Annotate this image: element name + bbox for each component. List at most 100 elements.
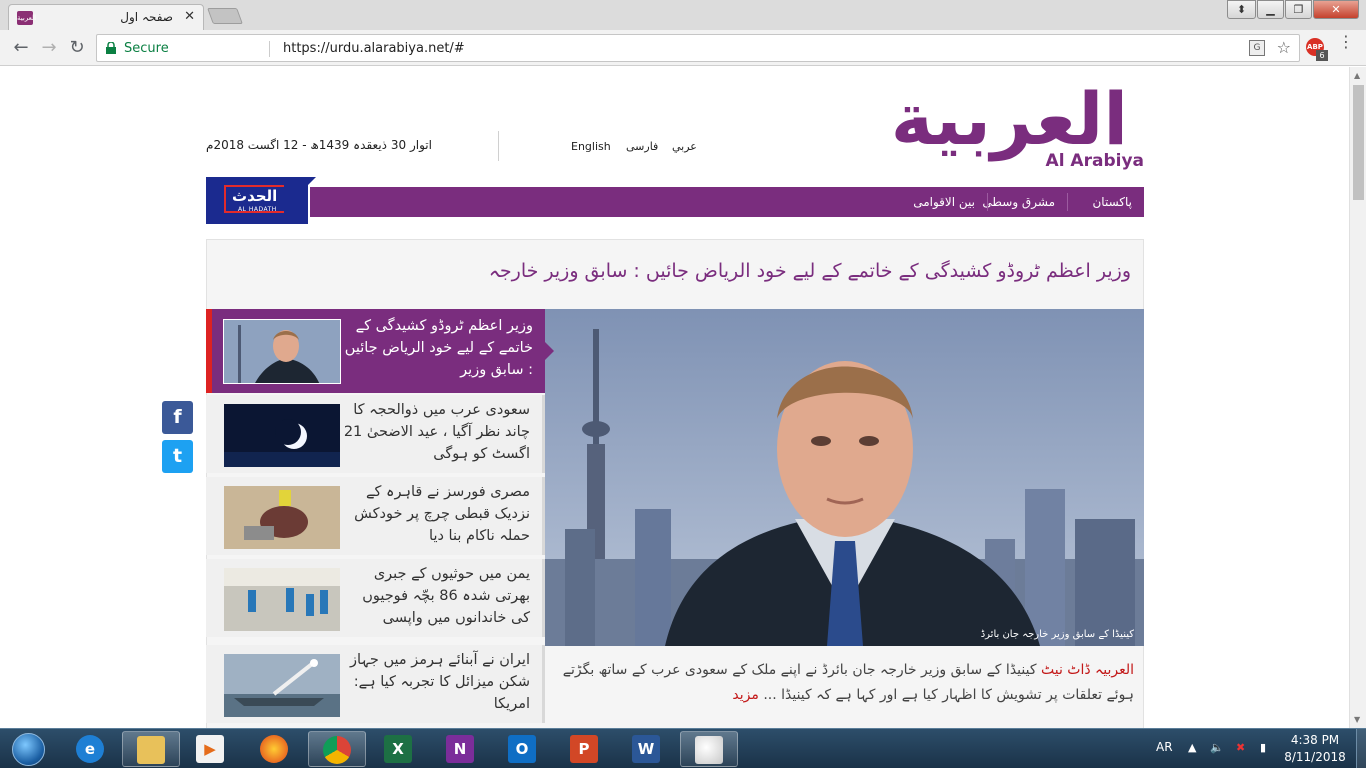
alhadath-corner xyxy=(306,177,316,187)
taskbar-word[interactable]: W xyxy=(618,731,676,767)
system-clock[interactable]: 4:38 PM 8/11/2018 xyxy=(1282,732,1348,766)
al-arabiya-logo[interactable]: العربية Al Arabiya xyxy=(891,77,1146,177)
taskbar-onenote[interactable]: N xyxy=(432,731,490,767)
featured-summary: العربیہ ڈاٹ نیٹ کینیڈا کے سابق وزیر خارج… xyxy=(545,652,1144,714)
browser-tab[interactable]: العربية صفحہ اول ✕ xyxy=(8,4,204,30)
hero-photo xyxy=(545,309,1144,646)
active-indicator xyxy=(206,309,212,393)
nav-item-international[interactable]: بین الاقوامی xyxy=(901,187,987,217)
tab-strip: العربية صفحہ اول ✕ ⬍ ▁ ❐ ✕ xyxy=(0,0,1366,30)
story-title: ایران نے آبنائے ہرمز میں جہاز شکن میزائل… xyxy=(349,652,530,712)
windows-orb-icon xyxy=(12,733,45,766)
excel-icon: X xyxy=(384,735,412,763)
clock-time: 4:38 PM xyxy=(1290,733,1340,747)
alhadath-arabic: الحدث xyxy=(232,187,278,205)
onenote-icon: N xyxy=(446,735,474,763)
clock-date: 8/11/2018 xyxy=(1284,750,1346,764)
address-bar[interactable]: Secure https://urdu.alarabiya.net/# G ☆ xyxy=(96,34,1300,62)
taskbar-excel[interactable]: X xyxy=(370,731,428,767)
volume-icon[interactable]: 🔈 xyxy=(1210,741,1224,754)
taskbar-chrome[interactable] xyxy=(308,731,366,767)
forward-arrow-icon[interactable]: → xyxy=(38,37,60,59)
story-item[interactable]: سعودی عرب میں ذوالحجہ کا چاند نظر آگیا ،… xyxy=(206,395,545,473)
taskbar-ie[interactable]: e xyxy=(62,731,120,767)
lang-link-arabic[interactable]: عربي xyxy=(672,140,697,153)
url-text[interactable]: https://urdu.alarabiya.net/# xyxy=(283,41,465,56)
alhadath-logo[interactable]: الحدث AL HADATH xyxy=(206,177,316,224)
taskbar-powerpoint[interactable]: P xyxy=(556,731,614,767)
lang-link-farsi[interactable]: فارسی xyxy=(626,140,658,153)
active-pointer xyxy=(545,342,554,360)
maximize-button[interactable]: ❐ xyxy=(1285,0,1312,19)
nav-divider xyxy=(987,193,988,211)
lock-icon xyxy=(106,42,116,54)
paint-icon xyxy=(695,736,723,764)
hero-image[interactable]: کینیڈا کے سابق وزیر خارجہ جان بائرڈ xyxy=(545,309,1144,646)
translate-icon[interactable]: G xyxy=(1249,40,1265,56)
close-window-button[interactable]: ✕ xyxy=(1313,0,1359,19)
scroll-up-icon[interactable]: ▲ xyxy=(1354,71,1360,80)
story-item[interactable]: مصری فورسز نے قاہرہ کے نزدیک قبطی چرچ پر… xyxy=(206,477,545,555)
story-thumbnail xyxy=(224,404,340,467)
story-thumbnail xyxy=(224,654,340,717)
back-arrow-icon[interactable]: ← xyxy=(10,37,32,59)
story-title: مصری فورسز نے قاہرہ کے نزدیک قبطی چرچ پر… xyxy=(354,484,530,544)
scrollbar-thumb[interactable] xyxy=(1353,85,1364,200)
outlook-icon: O xyxy=(508,735,536,763)
story-thumbnail xyxy=(223,319,341,384)
logo-arabic-text: العربية xyxy=(890,77,1130,161)
scroll-down-icon[interactable]: ▼ xyxy=(1354,715,1360,724)
windows-taskbar: e ▶ X N O P W AR ▲ 🔈 ✖ ▮ 4:38 PM 8/11/20… xyxy=(0,728,1366,768)
signal-icon[interactable]: ▮ xyxy=(1260,741,1266,754)
logo-english-text: Al Arabiya xyxy=(1045,151,1144,171)
featured-headline[interactable]: وزیر اعظم ٹروڈو کشیدگی کے خاتمے کے لیے خ… xyxy=(489,260,1131,282)
taskbar-paint[interactable] xyxy=(680,731,738,767)
folder-icon xyxy=(137,736,165,764)
ie-icon: e xyxy=(76,735,104,763)
nav-item-pakistan[interactable]: پاکستان xyxy=(1080,187,1144,217)
facebook-share-icon[interactable]: f xyxy=(162,401,193,434)
hero-caption: کینیڈا کے سابق وزیر خارجہ جان بائرڈ xyxy=(980,629,1134,640)
new-tab-button[interactable] xyxy=(207,8,243,24)
alhadath-english: AL HADATH xyxy=(238,206,277,213)
minimize-button[interactable]: ▁ xyxy=(1257,0,1284,19)
browser-toolbar: ← → ↻ Secure https://urdu.alarabiya.net/… xyxy=(0,30,1366,66)
story-item[interactable]: وزیر اعظم ٹروڈو کشیدگی کے خاتمے کے لیے خ… xyxy=(206,309,554,393)
summary-source[interactable]: العربیہ ڈاٹ نیٹ xyxy=(1041,662,1134,678)
story-thumbnail xyxy=(224,486,340,549)
chrome-icon xyxy=(323,736,351,764)
story-title: یمن میں حوثیوں کے جبری بھرتی شدہ 86 بچّہ… xyxy=(362,566,530,626)
close-tab-icon[interactable]: ✕ xyxy=(184,9,195,24)
secure-label: Secure xyxy=(124,41,169,56)
story-item[interactable]: یمن میں حوثیوں کے جبری بھرتی شدہ 86 بچّہ… xyxy=(206,559,545,637)
story-item[interactable]: ایران نے آبنائے ہرمز میں جہاز شکن میزائل… xyxy=(206,645,545,723)
story-title: سعودی عرب میں ذوالحجہ کا چاند نظر آگیا ،… xyxy=(343,402,530,462)
show-hidden-icons[interactable]: ▲ xyxy=(1188,741,1196,754)
taskbar-media-player[interactable]: ▶ xyxy=(182,731,240,767)
taskbar-firefox[interactable] xyxy=(246,731,304,767)
read-more-link[interactable]: مزید xyxy=(732,687,758,703)
chrome-menu-icon[interactable]: ⋮ xyxy=(1338,34,1354,50)
lang-link-english[interactable]: English xyxy=(571,140,611,153)
page-scrollbar[interactable]: ▲ ▼ xyxy=(1349,67,1366,728)
start-button[interactable] xyxy=(4,730,52,768)
bookmark-star-icon[interactable]: ☆ xyxy=(1277,38,1291,57)
user-profile-button[interactable]: ⬍ xyxy=(1227,0,1256,19)
media-player-icon: ▶ xyxy=(196,735,224,763)
input-language[interactable]: AR xyxy=(1156,740,1173,754)
tab-title: صفحہ اول xyxy=(120,10,173,24)
reload-icon[interactable]: ↻ xyxy=(66,37,88,59)
extension-badge: 6 xyxy=(1316,50,1328,61)
omnibox-divider xyxy=(269,41,270,57)
powerpoint-icon: P xyxy=(570,735,598,763)
tab-favicon: العربية xyxy=(17,11,36,25)
firefox-icon xyxy=(260,735,288,763)
word-icon: W xyxy=(632,735,660,763)
network-icon[interactable]: ✖ xyxy=(1236,741,1245,754)
nav-divider xyxy=(1067,193,1068,211)
taskbar-explorer[interactable] xyxy=(122,731,180,767)
taskbar-outlook[interactable]: O xyxy=(494,731,552,767)
story-thumbnail xyxy=(224,568,340,631)
twitter-share-icon[interactable]: t xyxy=(162,440,193,473)
show-desktop-button[interactable] xyxy=(1356,729,1366,768)
